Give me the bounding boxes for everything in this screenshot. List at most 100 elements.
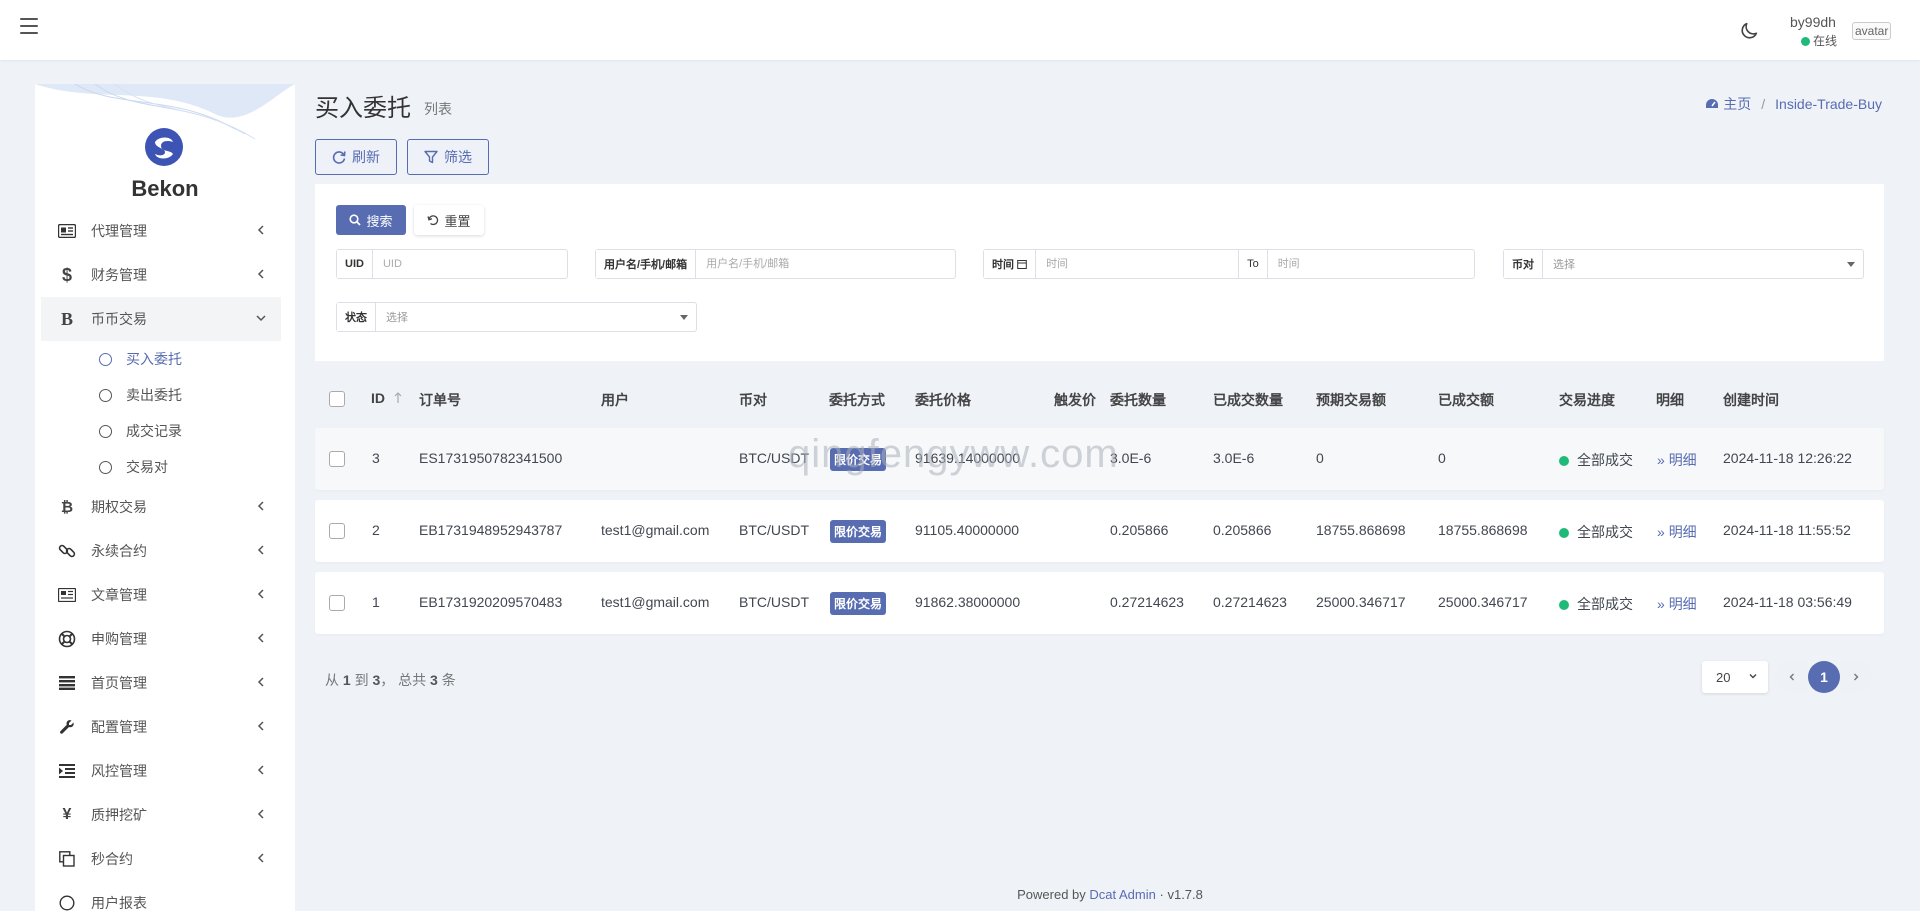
column-header-method: 委托方式 bbox=[829, 392, 885, 408]
user-name[interactable]: by99dh bbox=[1790, 14, 1836, 30]
sidebar: Bekon 代理管理 $ 财务管理 B 币币交易 买入委托 卖出委托 成交记录 … bbox=[35, 84, 295, 911]
column-header-id[interactable]: ID bbox=[371, 390, 403, 406]
cell-progress: 全部成交 bbox=[1559, 522, 1633, 542]
link-icon bbox=[57, 541, 77, 561]
submenu-item-label: 买入委托 bbox=[126, 351, 182, 367]
summary-suffix: 条 bbox=[441, 672, 456, 688]
circle-icon bbox=[99, 388, 112, 402]
avatar[interactable]: avatar bbox=[1852, 22, 1892, 40]
cell-expected: 25000.346717 bbox=[1316, 594, 1406, 610]
yen-icon: ¥ bbox=[62, 806, 72, 823]
column-header-created: 创建时间 bbox=[1723, 392, 1779, 408]
next-page-button[interactable] bbox=[1840, 661, 1872, 693]
page-button-1[interactable]: 1 bbox=[1808, 661, 1840, 693]
sidebar-item-options[interactable]: ₿ 期权交易 bbox=[41, 485, 281, 529]
sidebar-item-agent[interactable]: 代理管理 bbox=[41, 209, 281, 253]
method-badge: 限价交易 bbox=[830, 448, 887, 471]
per-page-select[interactable]: 20 bbox=[1702, 661, 1768, 693]
cell-filled-qty: 0.205866 bbox=[1213, 522, 1272, 538]
cell-filled-amount: 25000.346717 bbox=[1438, 594, 1528, 610]
status-filter-label: 状态 bbox=[337, 303, 376, 331]
cell-id: 3 bbox=[372, 450, 380, 466]
detail-link[interactable]: » 明细 bbox=[1657, 522, 1697, 542]
refresh-button[interactable]: 刷新 bbox=[315, 139, 397, 175]
chevron-left-icon bbox=[257, 269, 264, 279]
dark-mode-moon-icon[interactable] bbox=[1738, 20, 1760, 42]
select-all-checkbox[interactable] bbox=[329, 391, 345, 407]
breadcrumb-current[interactable]: Inside-Trade-Buy bbox=[1775, 96, 1882, 112]
detail-label: 明细 bbox=[1668, 596, 1697, 612]
column-header-label: ID bbox=[371, 390, 385, 406]
footer-version: v1.7.8 bbox=[1167, 887, 1203, 902]
row-checkbox[interactable] bbox=[329, 595, 345, 611]
uid-input[interactable] bbox=[372, 250, 567, 278]
chevron-down-icon bbox=[1749, 674, 1757, 679]
column-header-progress: 交易进度 bbox=[1559, 392, 1615, 408]
footer-powered-by: Powered by bbox=[1017, 887, 1086, 902]
table-header: ID 订单号 用户 币对 委托方式 委托价格 触发价 委托数量 已成交数量 预期… bbox=[315, 378, 1884, 418]
chevron-left-icon bbox=[257, 677, 264, 687]
page-subtitle: 列表 bbox=[424, 101, 452, 117]
sidebar-item-homepage[interactable]: 首页管理 bbox=[41, 661, 281, 705]
chevron-left-icon bbox=[1789, 673, 1794, 681]
row-checkbox[interactable] bbox=[329, 523, 345, 539]
sidebar-item-finance[interactable]: $ 财务管理 bbox=[41, 253, 281, 297]
end-time-input[interactable] bbox=[1267, 250, 1474, 278]
brand-name: Bekon bbox=[131, 176, 199, 201]
detail-link[interactable]: » 明细 bbox=[1657, 450, 1697, 470]
per-page-value: 20 bbox=[1716, 669, 1731, 685]
sidebar-item-config[interactable]: 配置管理 bbox=[41, 705, 281, 749]
menu-toggle-icon[interactable] bbox=[20, 18, 38, 34]
sidebar-item-articles[interactable]: 文章管理 bbox=[41, 573, 281, 617]
sidebar-item-label: 首页管理 bbox=[91, 675, 147, 691]
prev-page-button[interactable] bbox=[1776, 661, 1808, 693]
caret-down-icon bbox=[680, 315, 688, 320]
breadcrumb-home[interactable]: 主页 bbox=[1723, 94, 1751, 114]
id-card-icon bbox=[57, 221, 77, 241]
submenu-item-label: 卖出委托 bbox=[126, 387, 182, 403]
sidebar-item-spot-trading[interactable]: B 币币交易 bbox=[41, 297, 281, 341]
summary-total-word: ， 总共 bbox=[380, 672, 427, 688]
reset-button[interactable]: 重置 bbox=[414, 205, 484, 235]
row-checkbox[interactable] bbox=[329, 451, 345, 467]
submenu-item-trading-pairs[interactable]: 交易对 bbox=[41, 449, 281, 485]
column-header-price: 委托价格 bbox=[915, 392, 971, 408]
cell-filled-amount: 18755.868698 bbox=[1438, 522, 1528, 538]
status-select[interactable]: 选择 bbox=[376, 303, 696, 331]
sidebar-item-subscription[interactable]: 申购管理 bbox=[41, 617, 281, 661]
start-time-input[interactable] bbox=[1036, 250, 1240, 278]
column-header-user: 用户 bbox=[601, 392, 629, 408]
sidebar-item-risk[interactable]: 风控管理 bbox=[41, 749, 281, 793]
sidebar-item-label: 永续合约 bbox=[91, 543, 147, 559]
pair-filter-label: 币对 bbox=[1504, 250, 1543, 278]
cell-progress: 全部成交 bbox=[1559, 450, 1633, 470]
cell-expected: 18755.868698 bbox=[1316, 522, 1406, 538]
footer-link[interactable]: Dcat Admin bbox=[1089, 887, 1155, 902]
time-range-filter: 时间 To bbox=[983, 249, 1475, 279]
filter-toggle-button[interactable]: 筛选 bbox=[407, 139, 489, 175]
bitcoin-icon: ₿ bbox=[60, 498, 74, 516]
submenu-item-sell-orders[interactable]: 卖出委托 bbox=[41, 377, 281, 413]
submenu-item-trade-records[interactable]: 成交记录 bbox=[41, 413, 281, 449]
pair-select[interactable]: 选择 bbox=[1543, 250, 1863, 278]
sidebar-item-staking[interactable]: ¥ 质押挖矿 bbox=[41, 793, 281, 837]
chevron-left-icon bbox=[257, 545, 264, 555]
sidebar-item-perpetual[interactable]: 永续合约 bbox=[41, 529, 281, 573]
online-dot-icon bbox=[1801, 37, 1810, 46]
top-navbar: by99dh 在线 avatar bbox=[0, 0, 1920, 60]
submenu-item-buy-orders[interactable]: 买入委托 bbox=[41, 341, 281, 377]
summary-prefix: 从 bbox=[325, 672, 339, 688]
sidebar-item-second-contract[interactable]: 秒合约 bbox=[41, 837, 281, 881]
filter-panel: 搜索 重置 UID 用户名/手机/邮箱 时间 To 币对 选择 状态 选择 bbox=[315, 184, 1884, 361]
user-input[interactable] bbox=[696, 250, 955, 278]
sidebar-item-label: 文章管理 bbox=[91, 587, 147, 603]
cell-order-no: ES1731950782341500 bbox=[419, 450, 563, 466]
summary-total: 3 bbox=[430, 672, 438, 688]
cell-qty: 3.0E-6 bbox=[1110, 450, 1152, 466]
search-button[interactable]: 搜索 bbox=[336, 205, 406, 235]
sidebar-item-label: 质押挖矿 bbox=[91, 807, 147, 823]
chevron-down-icon bbox=[256, 315, 266, 322]
indent-icon bbox=[57, 761, 77, 781]
reset-button-label: 重置 bbox=[444, 213, 471, 229]
detail-link[interactable]: » 明细 bbox=[1657, 594, 1697, 614]
